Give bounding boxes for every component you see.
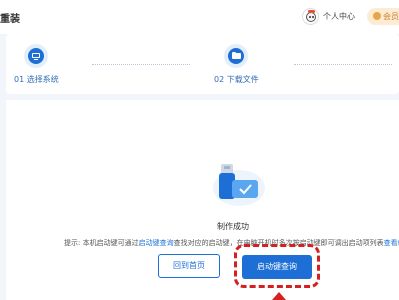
step-1-label: 01 选择系统: [14, 75, 59, 84]
avatar: [302, 7, 319, 25]
arrow-up-icon: [272, 292, 286, 300]
vip-badge[interactable]: 会员: [367, 8, 399, 25]
back-home-button[interactable]: 回到首页: [158, 254, 220, 278]
step-2-circle: [224, 44, 248, 68]
hint-prefix: 提示: 本机启动键可通过: [64, 239, 139, 247]
monitor-icon: [32, 53, 40, 58]
success-message: 制作成功: [217, 222, 249, 231]
highlight-annotation: [234, 244, 320, 288]
step-2-label: 02 下载文件: [214, 75, 259, 84]
usb-drive-illustration: [213, 164, 265, 206]
hint-text: 提示: 本机启动键可通过启动键查询查找对应的启动键，在电脑开机时多次按启动键即可…: [64, 238, 399, 248]
step-connector: [92, 64, 190, 65]
folder-icon: [232, 53, 241, 59]
view-tutorial-link[interactable]: 查看教: [384, 239, 399, 247]
steps-card: 01 选择系统 02 下载文件: [6, 34, 399, 94]
crown-icon: [373, 12, 381, 20]
user-center-label: 个人中心: [323, 11, 355, 21]
step-connector: [294, 64, 392, 65]
user-center-button[interactable]: 个人中心: [302, 6, 355, 26]
app-title: 重装: [0, 14, 20, 25]
step-1-circle: [24, 44, 48, 68]
top-bar: 重装 个人中心 会员: [0, 0, 399, 34]
boot-key-query-link[interactable]: 启动键查询: [139, 239, 174, 247]
vip-label: 会员: [383, 12, 399, 21]
